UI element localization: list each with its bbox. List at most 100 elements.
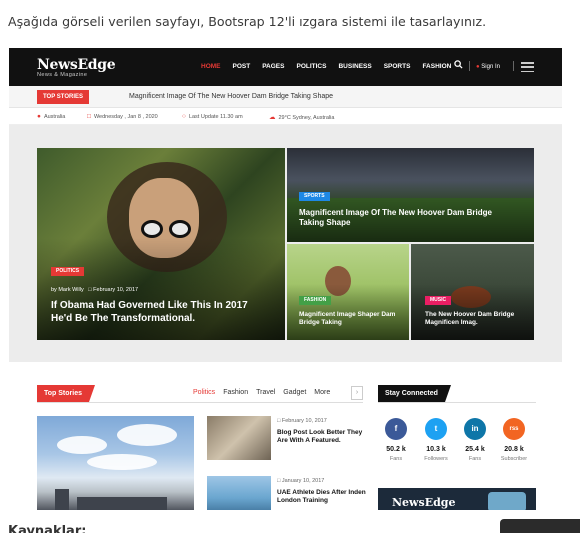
instruction-text: Aşağıda görseli verilen sayfayı, Bootsra… xyxy=(8,14,487,29)
tab-politics[interactable]: Politics xyxy=(193,389,215,396)
list-item[interactable]: □ January 10, 2017 UAE Athlete Dies Afte… xyxy=(207,476,367,510)
info-bar: ● Australia □ Wednesday , Jan 8 , 2020 ○ La… xyxy=(9,109,562,125)
mockup-screenshot: NewsEdge News & Magazine HOME POST PAGES… xyxy=(9,48,562,510)
search-icon[interactable] xyxy=(454,60,464,72)
map-pin-icon: ● xyxy=(37,113,41,120)
author-name[interactable]: Mark Willy xyxy=(58,287,83,293)
cloud-shape xyxy=(57,436,107,454)
hero-main-article[interactable]: POLITICS by Mark Willy □ February 10, 20… xyxy=(37,148,285,340)
twitter-count: 10.3 k xyxy=(426,446,446,453)
rss-icon[interactable]: rss xyxy=(503,418,525,440)
facebook-counter[interactable]: f 50.2 k Fans xyxy=(379,418,413,462)
linkedin-icon[interactable]: in xyxy=(464,418,486,440)
rss-counter[interactable]: rss 20.8 k Subscriber xyxy=(497,418,531,462)
hero-bottom-right-article[interactable]: MUSIC The New Hoover Dam Bridge Magnific… xyxy=(411,244,534,340)
calendar-icon: □ xyxy=(277,418,281,424)
floating-button[interactable] xyxy=(500,519,580,533)
location-info: ● Australia xyxy=(37,113,65,120)
category-badge[interactable]: POLITICS xyxy=(51,267,85,276)
category-badge[interactable]: MUSIC xyxy=(425,296,452,305)
date-info: □ Wednesday , Jan 8 , 2020 xyxy=(87,113,158,120)
article-date: February 10, 2017 xyxy=(93,287,139,293)
site-logo[interactable]: NewsEdge xyxy=(37,57,116,73)
site-logo-subtitle: News & Magazine xyxy=(37,72,88,78)
nav-divider xyxy=(513,61,514,71)
promo-logo: NewsEdge xyxy=(392,496,456,509)
date-text: Wednesday , Jan 8 , 2020 xyxy=(93,114,158,120)
article-title[interactable]: Magnificent Image Of The New Hoover Dam … xyxy=(299,208,519,228)
article-title[interactable]: Magnificent Image Shaper Dam Bridge Taki… xyxy=(299,311,404,327)
post-title[interactable]: Blog Post Look Better They Are With A Fe… xyxy=(277,429,367,446)
list-item[interactable]: □ February 10, 2017 Blog Post Look Bette… xyxy=(207,416,367,462)
stay-connected-header: Stay Connected xyxy=(378,385,536,403)
rss-count: 20.8 k xyxy=(504,446,524,453)
post-date: □ January 10, 2017 xyxy=(277,478,324,484)
facebook-icon[interactable]: f xyxy=(385,418,407,440)
promo-banner[interactable]: NewsEdge xyxy=(378,488,536,510)
main-menu: HOME POST PAGES POLITICS BUSINESS SPORTS… xyxy=(201,63,463,70)
nav-item-sports[interactable]: SPORTS xyxy=(384,63,411,70)
post-date-text: February 10, 2017 xyxy=(281,418,327,424)
tab-fashion[interactable]: Fashion xyxy=(223,389,248,396)
by-label: by xyxy=(51,287,57,293)
cloud-icon: ☁ xyxy=(269,114,276,121)
top-stories-badge: Top Stories xyxy=(37,385,95,402)
twitter-label: Followers xyxy=(424,456,448,462)
nav-item-home[interactable]: HOME xyxy=(201,63,221,70)
news-ticker: TOP STORIES Magnificent Image Of The New… xyxy=(9,86,562,108)
post-date: □ February 10, 2017 xyxy=(277,418,327,424)
twitter-icon[interactable]: t xyxy=(425,418,447,440)
post-thumbnail[interactable] xyxy=(207,476,271,510)
hamburger-menu-icon[interactable] xyxy=(521,62,534,73)
linkedin-counter[interactable]: in 25.4 k Fans xyxy=(458,418,492,462)
user-icon: ● xyxy=(476,64,480,70)
article-meta: by Mark Willy □ February 10, 2017 xyxy=(51,287,138,293)
sign-in-link[interactable]: ● Sign In xyxy=(476,64,500,70)
top-stories-header: Top Stories Politics Fashion Travel Gadg… xyxy=(37,385,363,403)
hero-photo-glasses xyxy=(169,220,191,238)
article-title[interactable]: If Obama Had Governed Like This In 2017 … xyxy=(51,300,271,325)
sources-heading: Kaynaklar: xyxy=(8,524,87,533)
nav-item-post[interactable]: POST xyxy=(233,63,251,70)
featured-story-image[interactable] xyxy=(37,416,194,510)
category-badge[interactable]: FASHION xyxy=(299,296,332,305)
tab-gadget[interactable]: Gadget xyxy=(283,389,306,396)
tab-more[interactable]: More xyxy=(314,389,330,396)
nav-item-politics[interactable]: POLITICS xyxy=(296,63,326,70)
hero-bottom-left-article[interactable]: FASHION Magnificent Image Shaper Dam Bri… xyxy=(287,244,409,340)
weather-info: ☁ 29°C Sydney, Australia xyxy=(269,113,334,121)
cloud-shape xyxy=(87,454,157,470)
location-text: Australia xyxy=(43,114,66,120)
category-badge[interactable]: SPORTS xyxy=(299,192,330,201)
nav-item-pages[interactable]: PAGES xyxy=(262,63,284,70)
facebook-label: Fans xyxy=(389,456,403,462)
stay-connected-badge: Stay Connected xyxy=(378,385,451,402)
article-title[interactable]: The New Hoover Dam Bridge Magnificen Ima… xyxy=(425,311,530,327)
post-title[interactable]: UAE Athlete Dies After Inden London Trai… xyxy=(277,489,367,506)
nav-divider xyxy=(469,61,470,71)
ticker-headline[interactable]: Magnificent Image Of The New Hoover Dam … xyxy=(129,93,333,100)
post-thumbnail[interactable] xyxy=(207,416,271,460)
weather-text: 29°C Sydney, Australia xyxy=(278,115,335,121)
twitter-counter[interactable]: t 10.3 k Followers xyxy=(419,418,453,462)
last-update-text: Last Update 11.30 am xyxy=(188,114,243,120)
sign-in-label: Sign In xyxy=(481,64,500,70)
hero-section: POLITICS by Mark Willy □ February 10, 20… xyxy=(9,125,562,362)
last-update-info: ○ Last Update 11.30 am xyxy=(182,113,243,120)
nav-item-business[interactable]: BUSINESS xyxy=(338,63,371,70)
top-navbar: NewsEdge News & Magazine HOME POST PAGES… xyxy=(9,48,562,86)
tab-travel[interactable]: Travel xyxy=(256,389,275,396)
facebook-count: 50.2 k xyxy=(386,446,406,453)
hero-photo-glasses xyxy=(141,220,163,238)
hero-top-article[interactable]: SPORTS Magnificent Image Of The New Hoov… xyxy=(287,148,534,242)
promo-van-image xyxy=(488,492,526,510)
ticker-badge: TOP STORIES xyxy=(37,90,90,104)
calendar-icon: □ xyxy=(88,287,92,293)
linkedin-count: 25.4 k xyxy=(465,446,485,453)
linkedin-label: Fans xyxy=(468,456,482,462)
rss-label: Subscriber xyxy=(500,456,528,462)
cloud-shape xyxy=(117,424,177,446)
post-date-text: January 10, 2017 xyxy=(281,478,325,484)
nav-item-fashion[interactable]: FASHION xyxy=(422,63,451,70)
next-arrow-icon[interactable]: › xyxy=(351,386,363,400)
